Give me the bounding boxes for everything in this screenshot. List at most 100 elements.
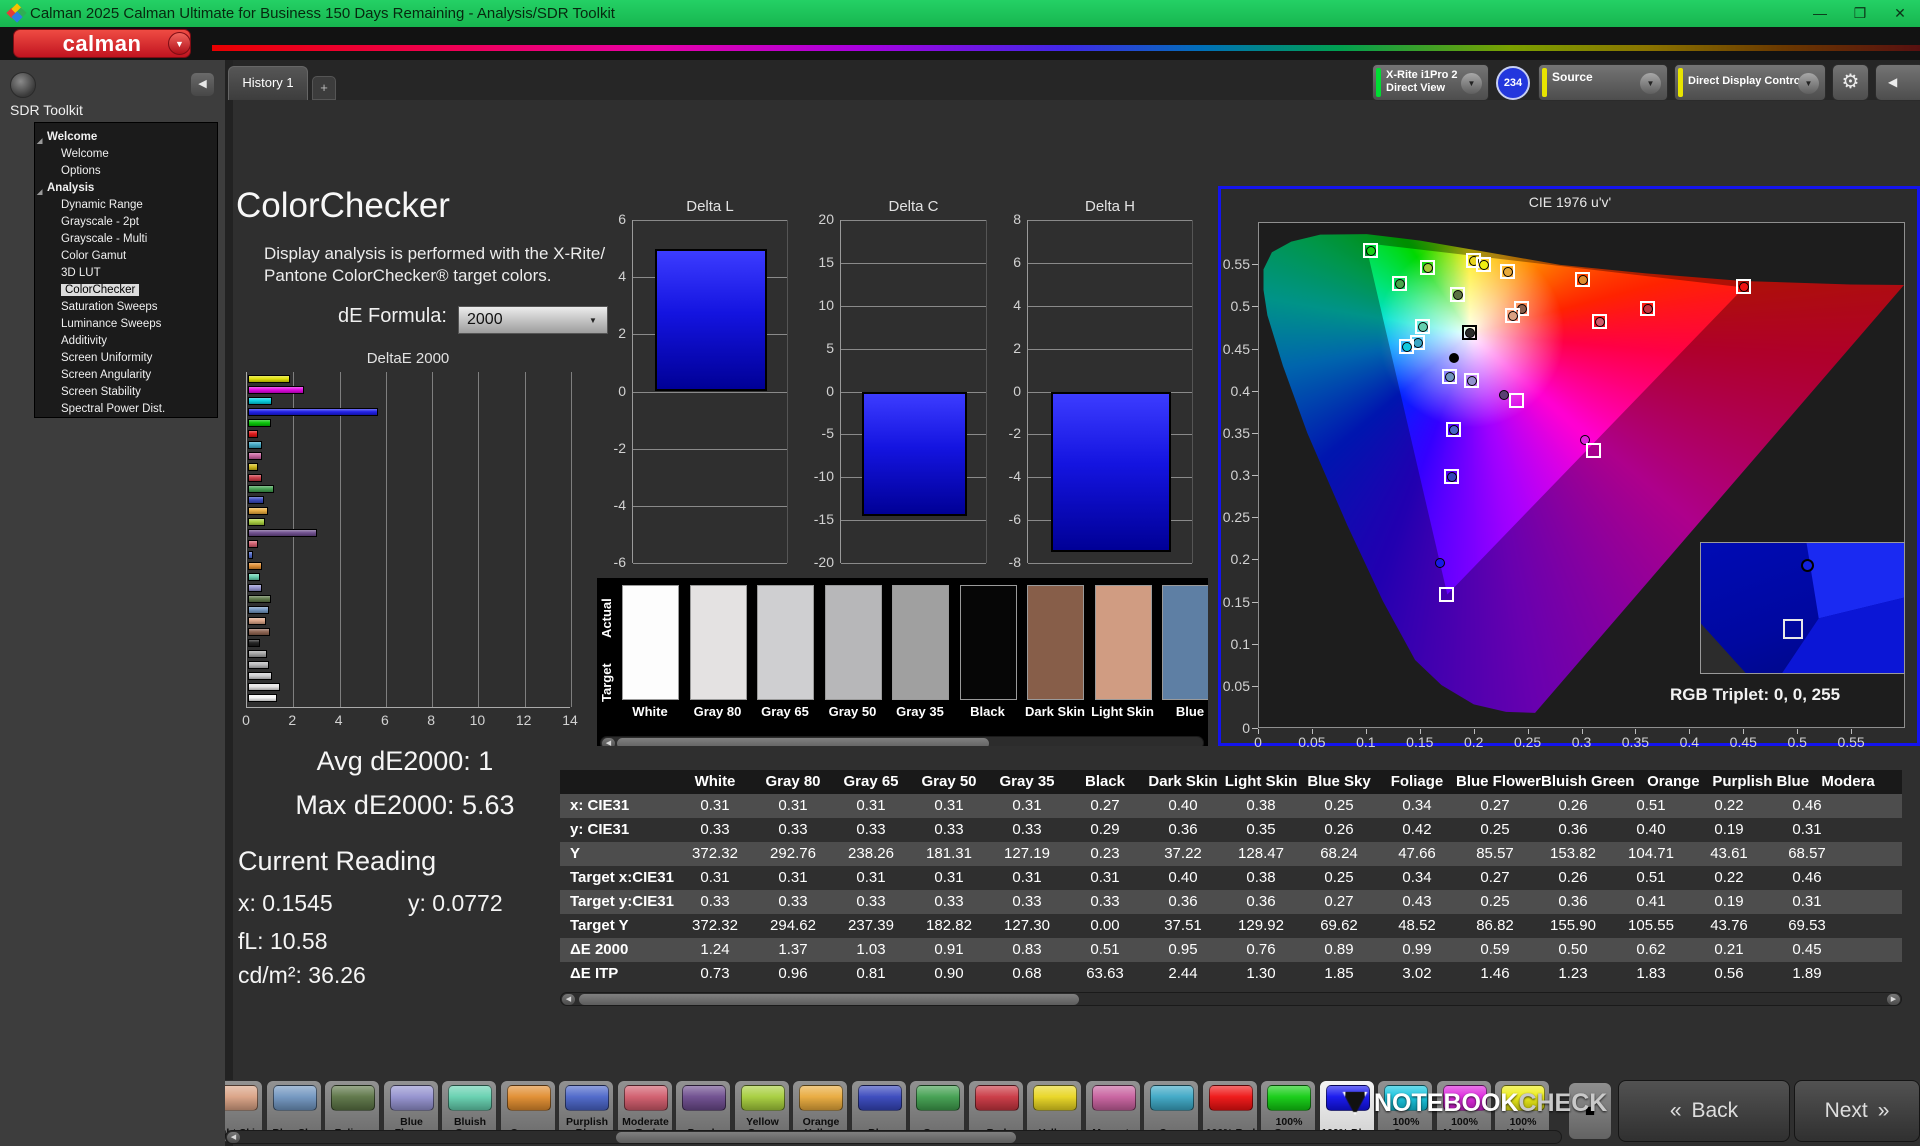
- cie-x-tick: [1419, 729, 1421, 734]
- table-scroll-right-icon[interactable]: ▶: [1887, 994, 1900, 1005]
- table-scrollbar[interactable]: ◀ ▶: [560, 992, 1902, 1006]
- settings-gear-button[interactable]: ⚙: [1832, 64, 1869, 101]
- table-cell: 104.71: [1628, 845, 1674, 862]
- minimize-button[interactable]: —: [1800, 0, 1840, 27]
- sidebar-item-grayscale-2pt[interactable]: Grayscale - 2pt: [35, 214, 217, 231]
- delta-h-tick-label: 8: [1013, 211, 1021, 227]
- delta-c-tick-label: -20: [813, 554, 834, 570]
- table-cell: 0.00: [1090, 917, 1120, 934]
- deltae-bar-black: [248, 639, 260, 647]
- sidebar-item-options[interactable]: Options: [35, 163, 217, 180]
- sidebar-item-label: Saturation Sweeps: [61, 301, 158, 313]
- deltae-bar-blue: [248, 496, 264, 504]
- sidebar-item-luminance-sweeps[interactable]: Luminance Sweeps: [35, 316, 217, 333]
- table-cell: 0.33: [778, 893, 808, 910]
- cie-measured-marker: [1435, 557, 1446, 568]
- table-cell: 0.21: [1714, 941, 1744, 958]
- patch-strip-scrollbar[interactable]: ◀: [600, 736, 1204, 746]
- panel-collapse-button[interactable]: ◀: [1875, 64, 1920, 101]
- grid-line: [339, 372, 341, 707]
- sidebar-item-3d-lut[interactable]: 3D LUT: [35, 265, 217, 282]
- table-cell: 0.59: [1480, 941, 1510, 958]
- sidebar-item-saturation-sweeps[interactable]: Saturation Sweeps: [35, 299, 217, 316]
- de-formula-select[interactable]: 2000 ▼: [458, 306, 608, 334]
- sidebar-item-additivity[interactable]: Additivity: [35, 333, 217, 350]
- meter-dropdown-icon[interactable]: ▼: [1461, 73, 1482, 94]
- toolbar-scroll-thumb[interactable]: [616, 1132, 1016, 1143]
- source-dropdown-icon[interactable]: ▼: [1640, 73, 1661, 94]
- patch-swatch-gray-80: [689, 585, 747, 700]
- tab-history-1[interactable]: History 1: [228, 66, 308, 100]
- table-cell: 294.62: [770, 917, 816, 934]
- patch-swatch-gray-65: [757, 585, 814, 700]
- patch-swatch-dark-skin: [1027, 585, 1084, 700]
- workflow-status-icon[interactable]: [10, 72, 36, 98]
- deltae-bar-gray-50: [248, 661, 270, 669]
- toolbar-scroll-left-icon[interactable]: ◀: [227, 1132, 240, 1143]
- table-row-label: Target x:CIE31: [570, 869, 674, 886]
- sidebar-item-screen-uniformity[interactable]: Screen Uniformity: [35, 350, 217, 367]
- table-cell: 237.39: [848, 917, 894, 934]
- table-cell: 0.27: [1324, 893, 1354, 910]
- add-tab-button[interactable]: +: [312, 76, 336, 100]
- back-button[interactable]: « Back: [1618, 1080, 1790, 1142]
- grid-line: [571, 372, 572, 707]
- sidebar-item-welcome[interactable]: ◢ Welcome: [35, 129, 217, 146]
- table-column-header: Light Skin: [1224, 773, 1298, 790]
- sidebar-item-label: Screen Uniformity: [61, 352, 153, 364]
- table-cell: 0.31: [778, 797, 808, 814]
- sidebar-item-grayscale-multi[interactable]: Grayscale - Multi: [35, 231, 217, 248]
- delta-l-tick-label: -4: [613, 496, 626, 513]
- sidebar-item-colorchecker[interactable]: ColorChecker: [35, 282, 217, 299]
- cie-y-tick-label: 0.45: [1222, 340, 1250, 357]
- cie-x-tick-label: 0.3: [1571, 734, 1592, 750]
- next-button[interactable]: Next »: [1794, 1080, 1920, 1142]
- delta-c-tick-label: -10: [813, 468, 834, 485]
- sidebar-item-analysis[interactable]: ◢ Analysis: [35, 180, 217, 197]
- meter-mode: Direct View: [1386, 82, 1446, 94]
- sidebar-item-color-gamut[interactable]: Color Gamut: [35, 248, 217, 265]
- table-cell: 0.96: [778, 965, 808, 982]
- meter-selector-button[interactable]: X-Rite i1Pro 2 Direct View ▼: [1372, 64, 1489, 101]
- close-button[interactable]: ✕: [1880, 0, 1920, 27]
- table-cell: 0.27: [1480, 797, 1510, 814]
- patch-preview-strip: Actual Target White Gray 80 Gray 65 Gray 50…: [597, 578, 1208, 746]
- table-cell: 0.81: [856, 965, 886, 982]
- sidebar-item-screen-angularity[interactable]: Screen Angularity: [35, 367, 217, 384]
- sidebar-item-welcome[interactable]: Welcome: [35, 146, 217, 163]
- page-description-line1: Display analysis is performed with the X…: [264, 244, 606, 263]
- stop-button[interactable]: ■: [1568, 1082, 1612, 1140]
- table-scroll-left-icon[interactable]: ◀: [562, 994, 575, 1005]
- table-column-header: Gray 35: [999, 773, 1055, 790]
- de-formula-label: dE Formula:: [338, 305, 447, 327]
- toolbar-scrollbar[interactable]: ◀: [225, 1130, 1562, 1144]
- table-cell: 0.40: [1636, 821, 1666, 838]
- actual-row-label: Actual: [599, 598, 614, 638]
- app-header: calman ▼: [0, 27, 1920, 60]
- cie-y-tick-label: 0.1: [1230, 635, 1250, 652]
- table-cell: 0.83: [1012, 941, 1042, 958]
- sidebar-collapse-button[interactable]: ◀: [191, 73, 214, 96]
- source-selector-button[interactable]: Source ▼: [1538, 64, 1668, 101]
- maximize-button[interactable]: ❒: [1840, 0, 1880, 27]
- table-cell: 0.45: [1792, 941, 1822, 958]
- calman-menu-button[interactable]: calman: [13, 29, 191, 58]
- display-control-button[interactable]: Direct Display Control ▼: [1674, 64, 1826, 101]
- scroll-left-icon[interactable]: ◀: [602, 738, 615, 746]
- sidebar-item-screen-stability[interactable]: Screen Stability: [35, 384, 217, 401]
- sidebar-item-spectral-power-dist[interactable]: Spectral Power Dist.: [35, 401, 217, 417]
- table-cell: 155.90: [1550, 917, 1596, 934]
- grid-line: [1028, 262, 1192, 264]
- patch-swatch-label: Light Skin: [1091, 704, 1154, 719]
- cie-x-tick-label: 0.5: [1787, 734, 1807, 750]
- table-cell: 0.31: [1792, 821, 1822, 838]
- patch-swatch-gray-50: [824, 585, 882, 700]
- display-control-dropdown-icon[interactable]: ▼: [1798, 73, 1819, 94]
- patch-swatch-label: Blue: [1175, 704, 1205, 719]
- sidebar-item-dynamic-range[interactable]: Dynamic Range: [35, 197, 217, 214]
- meter-count-badge[interactable]: 234: [1496, 66, 1530, 100]
- table-cell: 85.57: [1476, 845, 1514, 862]
- calman-menu-dropdown-icon[interactable]: ▼: [168, 32, 191, 55]
- patch-strip-scroll-thumb[interactable]: [617, 738, 989, 746]
- table-scroll-thumb[interactable]: [579, 994, 1079, 1005]
